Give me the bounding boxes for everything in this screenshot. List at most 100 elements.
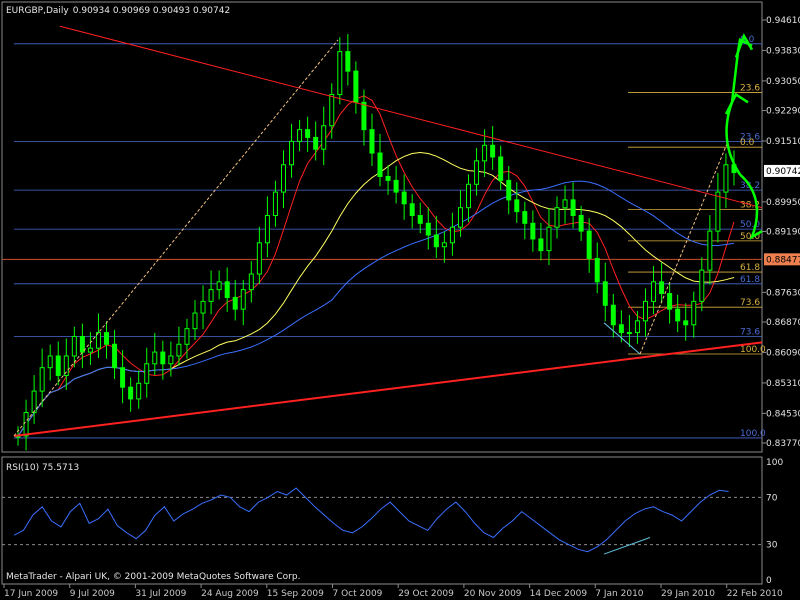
y-tick-label: 0.93050 — [766, 77, 800, 87]
candle-body — [433, 234, 439, 248]
candle-body — [361, 101, 367, 131]
main-plot-frame — [1, 1, 763, 453]
candle-body — [272, 191, 278, 217]
trading-chart: 0.023.638.250.061.873.6100.023.60.038.25… — [1, 1, 800, 599]
candle-body — [120, 367, 126, 388]
candle-body — [626, 332, 632, 335]
candle-body — [554, 207, 560, 228]
candle-body — [377, 152, 383, 177]
x-tick-label: 14 Dec 2009 — [530, 589, 588, 599]
candle-body — [160, 351, 166, 365]
x-tick-label: 20 Nov 2009 — [464, 589, 522, 599]
candle-body — [112, 343, 118, 369]
candle-body — [256, 242, 262, 275]
fib-label-gold: 23.6 — [740, 84, 760, 94]
candle-body — [570, 199, 576, 217]
candle-body — [642, 300, 648, 322]
candle-body — [136, 382, 142, 400]
candle-body — [538, 238, 544, 252]
candle-body — [329, 94, 335, 127]
x-tick-label: 9 Jul 2009 — [70, 589, 115, 599]
x-tick-label: 24 Aug 2009 — [201, 589, 259, 599]
candle-body — [707, 230, 713, 271]
candle-body — [321, 125, 327, 150]
y-tick-label: 0.85310 — [766, 379, 800, 389]
candle-body — [546, 226, 552, 252]
candle-body — [457, 207, 463, 228]
candle-body — [337, 51, 343, 96]
candle-body — [594, 257, 600, 283]
candle-body — [79, 335, 85, 353]
candle-body — [417, 215, 423, 224]
candle-body — [466, 183, 472, 209]
candle-body — [23, 412, 29, 437]
candle-body — [441, 242, 447, 248]
candle-body — [353, 70, 359, 103]
candle-body — [184, 328, 190, 345]
candle-body — [715, 191, 721, 232]
candle-body — [401, 191, 407, 205]
y-tick-label: 0.94610 — [766, 16, 800, 26]
candle-body — [144, 363, 150, 384]
candle-body — [176, 343, 182, 357]
candle-body — [240, 289, 246, 310]
fib-label-blue: 73.6 — [740, 327, 760, 337]
candle-body — [667, 293, 673, 310]
candle-body — [490, 144, 496, 158]
symbol-header: EURGBP,Daily 0.90934 0.90969 0.90493 0.90… — [6, 6, 230, 16]
fib-label-blue: 100.0 — [740, 429, 766, 439]
candle-body — [562, 199, 568, 209]
candle-body — [128, 386, 134, 400]
candle-body — [385, 175, 391, 181]
candle-body — [264, 215, 270, 244]
candle-body — [602, 281, 608, 306]
y-tick-label: 0.92290 — [766, 107, 800, 117]
x-tick-label: 7 Jan 2010 — [595, 589, 643, 599]
candle-body — [200, 300, 206, 314]
candle-body — [498, 156, 504, 181]
fib-label-gold: 73.6 — [740, 298, 760, 308]
y-tick-label: 0.89190 — [766, 228, 800, 238]
candle-body — [506, 179, 512, 201]
candle-body — [152, 351, 158, 365]
rsi-tick-label: 30 — [766, 541, 778, 551]
candle-body — [723, 164, 729, 193]
candle-body — [578, 215, 584, 232]
rsi-label: RSI(10) 75.5713 — [6, 463, 79, 473]
candle-body — [280, 164, 286, 193]
candle-body — [369, 129, 375, 154]
candle-body — [289, 140, 295, 166]
rsi-plot-frame — [1, 456, 763, 585]
candle-body — [71, 335, 77, 357]
candle-body — [610, 304, 616, 326]
candle-body — [87, 347, 93, 353]
x-tick-label: 17 Jun 2009 — [4, 589, 58, 599]
candle-body — [192, 312, 198, 330]
candle-body — [675, 308, 681, 322]
candle-body — [297, 129, 303, 142]
y-tick-label: 0.89950 — [766, 198, 800, 208]
x-tick-label: 29 Oct 2009 — [398, 589, 454, 599]
candle-body — [586, 230, 592, 259]
candle-body — [305, 129, 311, 138]
candle-body — [409, 203, 415, 217]
y-tick-label: 0.93830 — [766, 46, 800, 56]
x-tick-label: 31 Jul 2009 — [135, 589, 186, 599]
candle-body — [634, 320, 640, 334]
candle-body — [47, 355, 53, 369]
candle-body — [313, 136, 319, 150]
candle-body — [514, 199, 520, 213]
candle-body — [691, 300, 697, 326]
candle-body — [618, 324, 624, 334]
candle-body — [224, 281, 230, 298]
fib-label-gold: 100.0 — [740, 345, 766, 355]
rsi-tick-label: 0 — [766, 576, 772, 586]
footer-copyright: MetaTrader - Alpari UK, © 2001-2009 Meta… — [6, 572, 300, 582]
candle-body — [345, 51, 351, 72]
x-tick-label: 29 Jan 2010 — [661, 589, 715, 599]
candle-body — [482, 144, 488, 162]
x-tick-label: 15 Sep 2009 — [267, 589, 324, 599]
candle-body — [39, 367, 45, 392]
current-price-label: 0.90742 — [766, 167, 800, 177]
candle-body — [522, 211, 528, 224]
